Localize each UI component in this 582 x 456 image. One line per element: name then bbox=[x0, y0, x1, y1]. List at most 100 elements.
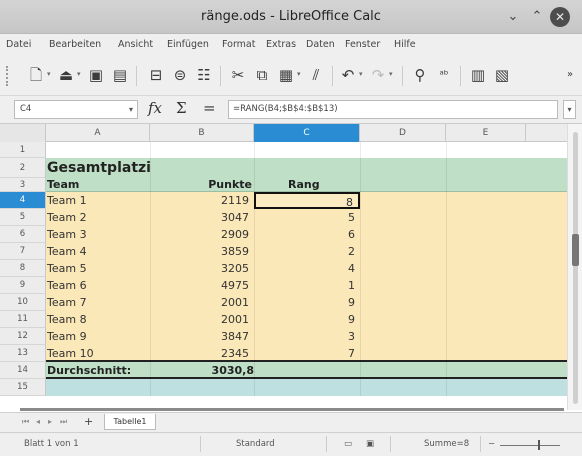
cell-b10[interactable]: 2001 bbox=[150, 294, 254, 311]
menu-datei[interactable]: Datei bbox=[6, 39, 31, 50]
cell-a6[interactable]: Team 3 bbox=[46, 226, 150, 243]
cell-c8[interactable]: 4 bbox=[254, 260, 360, 277]
menu-bearbeiten[interactable]: Bearbeiten bbox=[49, 39, 101, 50]
page-style[interactable]: Standard bbox=[236, 439, 275, 449]
sum-icon[interactable]: Σ bbox=[176, 99, 187, 117]
scrollbar-position-marker[interactable] bbox=[572, 234, 579, 266]
cell-b1[interactable] bbox=[150, 142, 254, 158]
add-sheet-icon[interactable]: + bbox=[84, 415, 93, 428]
cell-a15[interactable] bbox=[46, 379, 150, 396]
selected-cell[interactable]: 8 bbox=[254, 192, 360, 209]
cell-c2[interactable] bbox=[254, 158, 360, 178]
row-header[interactable]: 2 bbox=[0, 158, 46, 178]
cell-c14[interactable] bbox=[254, 362, 360, 379]
next-sheet-icon[interactable]: ▸ bbox=[48, 417, 52, 426]
formula-icon[interactable]: = bbox=[203, 99, 216, 117]
cell-a7[interactable]: Team 4 bbox=[46, 243, 150, 260]
row-header[interactable]: 7 bbox=[0, 243, 46, 260]
function-wizard-icon[interactable]: fx bbox=[148, 99, 162, 117]
cell-a9[interactable]: Team 6 bbox=[46, 277, 150, 294]
row-header[interactable]: 15 bbox=[0, 379, 46, 396]
chevron-down-icon[interactable]: ▾ bbox=[359, 70, 363, 78]
print-preview-icon[interactable]: ⊜ bbox=[170, 65, 190, 85]
cell-c5[interactable]: 5 bbox=[254, 209, 360, 226]
prev-sheet-icon[interactable]: ◂ bbox=[36, 417, 40, 426]
row-header[interactable]: 1 bbox=[0, 142, 46, 158]
clone-formatting-icon[interactable]: ☷ bbox=[194, 65, 214, 85]
cell-b6[interactable]: 2909 bbox=[150, 226, 254, 243]
cell-b14[interactable]: 3030,8 bbox=[150, 362, 254, 379]
cell-c15[interactable] bbox=[254, 379, 360, 396]
column-header-c[interactable]: C bbox=[254, 124, 360, 142]
minimize-icon[interactable]: ⌄ bbox=[504, 8, 522, 26]
cell-c7[interactable]: 2 bbox=[254, 243, 360, 260]
expand-formula-icon[interactable]: ▾ bbox=[563, 100, 576, 119]
cut-icon[interactable]: ✂ bbox=[228, 65, 248, 85]
cell-c10[interactable]: 9 bbox=[254, 294, 360, 311]
menu-ansicht[interactable]: Ansicht bbox=[118, 39, 153, 50]
chevron-down-icon[interactable]: ▾ bbox=[129, 101, 133, 118]
cell-c12[interactable]: 3 bbox=[254, 328, 360, 345]
row-icon[interactable]: ▥ bbox=[468, 65, 488, 85]
row-header[interactable]: 12 bbox=[0, 328, 46, 345]
cell-b2[interactable] bbox=[150, 158, 254, 178]
last-sheet-icon[interactable]: ⏭ bbox=[60, 417, 67, 427]
menu-format[interactable]: Format bbox=[222, 39, 255, 50]
cell-c9[interactable]: 1 bbox=[254, 277, 360, 294]
zoom-slider[interactable] bbox=[500, 445, 560, 446]
menu-extras[interactable]: Extras bbox=[266, 39, 296, 50]
select-all-corner[interactable] bbox=[0, 124, 46, 142]
horizontal-scrollbar[interactable] bbox=[20, 408, 564, 411]
cell-b11[interactable]: 2001 bbox=[150, 311, 254, 328]
chevron-down-icon[interactable]: ▾ bbox=[389, 70, 393, 78]
zoom-out-icon[interactable]: − bbox=[488, 439, 495, 449]
close-icon[interactable]: ✕ bbox=[550, 7, 570, 27]
cell-a12[interactable]: Team 9 bbox=[46, 328, 150, 345]
cell-a14[interactable]: Durchschnitt: bbox=[46, 362, 150, 379]
menu-einfuegen[interactable]: Einfügen bbox=[167, 39, 209, 50]
cell-a1[interactable] bbox=[46, 142, 150, 158]
cell-b8[interactable]: 3205 bbox=[150, 260, 254, 277]
find-replace-icon[interactable]: ⚲ bbox=[410, 65, 430, 85]
cell-a2[interactable]: Gesamtplatzierung bbox=[46, 158, 150, 178]
cell-a10[interactable]: Team 7 bbox=[46, 294, 150, 311]
toolbar-grip[interactable] bbox=[6, 66, 9, 86]
cell-a13[interactable]: Team 10 bbox=[46, 345, 150, 362]
zoom-slider-thumb[interactable] bbox=[538, 440, 540, 450]
print-icon[interactable]: ⊟ bbox=[146, 65, 166, 85]
cell-a4[interactable]: Team 1 bbox=[46, 192, 150, 209]
spreadsheet-grid[interactable]: A B C D E 12Gesamtplatzierung3TeamPunkte… bbox=[0, 124, 582, 410]
row-header[interactable]: 8 bbox=[0, 260, 46, 277]
row-header[interactable]: 13 bbox=[0, 345, 46, 362]
cell-a8[interactable]: Team 5 bbox=[46, 260, 150, 277]
menu-daten[interactable]: Daten bbox=[306, 39, 335, 50]
toolbar-overflow-icon[interactable]: » bbox=[560, 65, 580, 85]
chevron-down-icon[interactable]: ▾ bbox=[47, 70, 51, 78]
row-header[interactable]: 6 bbox=[0, 226, 46, 243]
cell-c1[interactable] bbox=[254, 142, 360, 158]
row-header[interactable]: 10 bbox=[0, 294, 46, 311]
name-box[interactable]: C4 ▾ bbox=[14, 100, 138, 119]
export-pdf-icon[interactable]: ▤ bbox=[110, 65, 130, 85]
spelling-icon[interactable]: ᵃᵇ bbox=[434, 65, 454, 85]
row-header[interactable]: 4 bbox=[0, 192, 46, 209]
row-header[interactable]: 9 bbox=[0, 277, 46, 294]
first-sheet-icon[interactable]: ⏮ bbox=[22, 417, 29, 427]
paste-icon[interactable]: ▦ bbox=[276, 65, 296, 85]
cell-a11[interactable]: Team 8 bbox=[46, 311, 150, 328]
cell-a5[interactable]: Team 2 bbox=[46, 209, 150, 226]
column-header-d[interactable]: D bbox=[360, 124, 446, 142]
save-icon[interactable]: ▣ bbox=[86, 65, 106, 85]
cell-b12[interactable]: 3847 bbox=[150, 328, 254, 345]
vertical-scrollbar[interactable] bbox=[567, 124, 582, 410]
new-icon[interactable]: 🗋 bbox=[26, 65, 46, 85]
open-icon[interactable]: ⏏ bbox=[56, 65, 76, 85]
undo-icon[interactable]: ↶ bbox=[338, 65, 358, 85]
cell-c6[interactable]: 6 bbox=[254, 226, 360, 243]
formula-input[interactable]: =RANG(B4;$B$4:$B$13) bbox=[228, 100, 558, 119]
cell-b9[interactable]: 4975 bbox=[150, 277, 254, 294]
column-header-b[interactable]: B bbox=[150, 124, 254, 142]
cell-c11[interactable]: 9 bbox=[254, 311, 360, 328]
cell-a3[interactable]: Team bbox=[46, 178, 150, 192]
cell-b4[interactable]: 2119 bbox=[150, 192, 254, 209]
